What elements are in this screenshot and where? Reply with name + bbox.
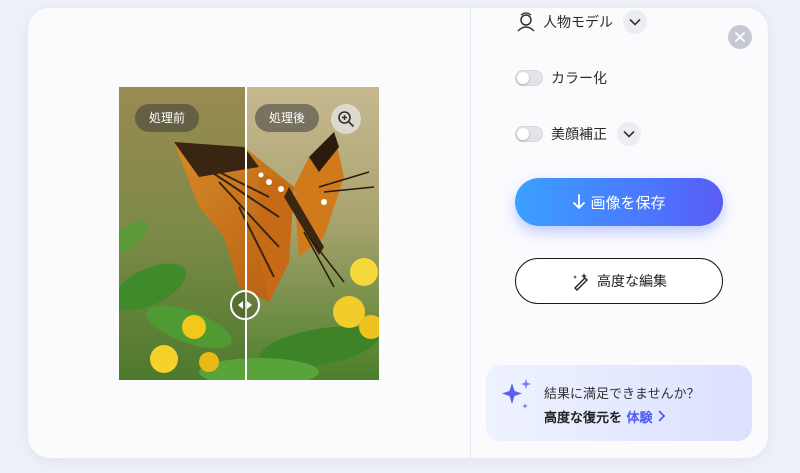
advanced-restore-promo[interactable]: 結果に満足できませんか？ 高度な復元を 体験 (486, 365, 752, 441)
promo-line-1: 結果に満足できませんか？ (544, 387, 700, 402)
model-dropdown-button[interactable] (623, 10, 647, 34)
model-label: 人物モデル (543, 15, 613, 31)
zoom-button[interactable] (331, 104, 361, 134)
magic-pen-icon (573, 273, 588, 291)
close-icon (735, 32, 745, 42)
beautify-label: 美顔補正 (551, 127, 607, 143)
chevron-down-icon (623, 130, 635, 138)
panel-divider (470, 8, 471, 458)
chevron-down-icon (629, 18, 641, 26)
sparkle-icon (502, 379, 531, 409)
save-image-label: 画像を保存 (590, 193, 666, 212)
save-image-button[interactable]: 画像を保存 (515, 178, 723, 226)
promo-line-2: 高度な復元を 体験 (544, 407, 667, 426)
split-divider-line (245, 87, 247, 380)
before-label: 処理前 (135, 104, 200, 132)
zoom-in-icon (338, 111, 354, 127)
beautify-toggle[interactable] (515, 126, 543, 142)
split-handle-icon (238, 301, 252, 309)
colorize-option[interactable]: カラー化 (515, 68, 607, 88)
beautify-dropdown-button[interactable] (617, 122, 641, 146)
person-model-icon (517, 12, 535, 32)
promo-prefix: 高度な復元を (544, 411, 623, 426)
restore-result-card: 処理前 処理後 人物モデル カラー化 美顔補正 画像を保存 高度な編集 結果に満… (28, 8, 768, 458)
colorize-label: カラー化 (551, 71, 607, 87)
chevron-right-icon (658, 410, 666, 422)
beautify-option[interactable]: 美顔補正 (515, 122, 641, 146)
split-handle[interactable] (230, 290, 260, 320)
model-selector[interactable]: 人物モデル (515, 10, 647, 34)
close-button[interactable] (728, 25, 752, 49)
colorize-toggle[interactable] (515, 70, 543, 86)
advanced-edit-button[interactable]: 高度な編集 (515, 258, 723, 304)
before-after-comparison[interactable]: 処理前 処理後 (119, 87, 379, 380)
promo-try-link[interactable]: 体験 (627, 411, 653, 426)
after-label: 処理後 (255, 104, 320, 132)
advanced-edit-label: 高度な編集 (597, 274, 667, 290)
download-arrow-icon (573, 194, 586, 209)
